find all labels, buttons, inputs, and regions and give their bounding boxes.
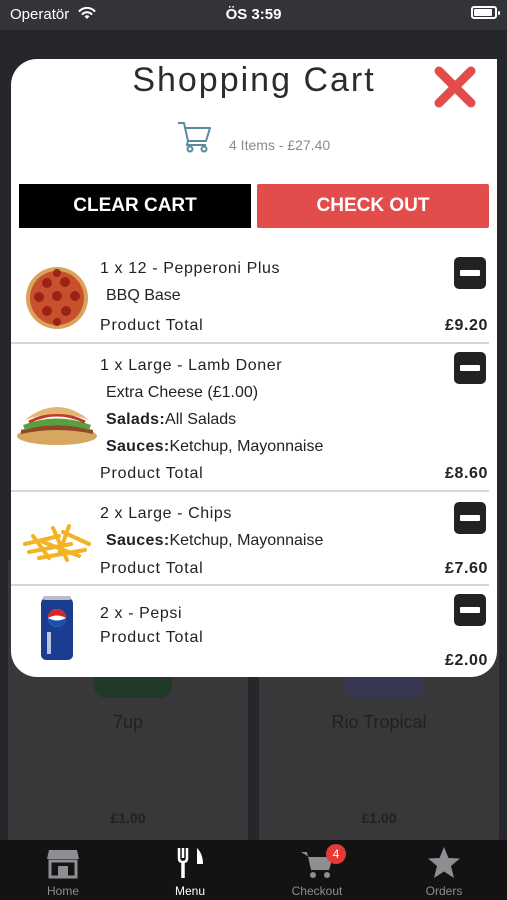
item-title: 1 x Large - Lamb Doner: [100, 357, 283, 374]
item-price: £2.00: [444, 652, 488, 669]
star-icon: [428, 847, 460, 878]
item-price: £7.60: [444, 560, 488, 577]
item-title: 1 x 12 - Pepperoni Plus: [100, 260, 281, 277]
shopping-cart-modal: Shopping Cart 4 Items - £27.40 CLEAR CAR…: [11, 59, 497, 677]
clock: ÖS 3:59: [225, 6, 282, 23]
item-option: Extra Cheese (£1.00): [106, 384, 259, 401]
cart-icon: [178, 122, 211, 153]
clear-cart-button[interactable]: CLEAR CART: [19, 184, 251, 228]
remove-item-button[interactable]: [454, 502, 486, 534]
modal-title: Shopping Cart: [132, 61, 376, 99]
close-x-icon[interactable]: [431, 63, 479, 111]
item-title: 2 x Large - Chips: [100, 505, 233, 522]
checkout-badge: 4: [326, 844, 346, 864]
fork-knife-icon: [177, 848, 203, 878]
cart-item: 1 x Large - Lamb Doner Extra Cheese (£1.…: [11, 344, 497, 492]
product-total-label: Product Total: [100, 560, 204, 577]
pepperoni-pizza-image: [26, 267, 88, 329]
item-option: Salads:All Salads: [106, 411, 237, 428]
tab-checkout[interactable]: 4 Checkout: [254, 840, 380, 900]
tab-label: Menu: [174, 884, 206, 898]
cart-item: 2 x - Pepsi Product Total £2.00: [11, 586, 497, 677]
tab-label: Orders: [425, 884, 463, 898]
item-option: Sauces:Ketchup, Mayonnaise: [106, 438, 324, 455]
tab-orders[interactable]: Orders: [381, 840, 507, 900]
item-price: £8.60: [444, 465, 488, 482]
battery-icon: [471, 6, 500, 19]
tab-label: Checkout: [291, 884, 343, 898]
cart-item: 2 x Large - Chips Sauces:Ketchup, Mayonn…: [11, 492, 497, 586]
remove-item-button[interactable]: [454, 352, 486, 384]
product-total-label: Product Total: [100, 465, 204, 482]
pepsi-can-image: [41, 596, 73, 660]
item-title: 2 x - Pepsi: [100, 605, 183, 622]
status-bar: Operatör ÖS 3:59: [0, 0, 507, 30]
cart-summary-text: 4 Items - £27.40: [229, 137, 331, 153]
tab-home[interactable]: Home: [0, 840, 126, 900]
product-total-label: Product Total: [100, 317, 204, 334]
item-option: BBQ Base: [106, 287, 181, 304]
check-out-button[interactable]: CHECK OUT: [257, 184, 489, 228]
product-total-label: Product Total: [100, 629, 204, 646]
tab-bar: Home Menu 4 Checkout Orders: [0, 840, 507, 900]
item-price: £9.20: [444, 317, 488, 334]
cart-summary: 4 Items - £27.40: [176, 119, 376, 155]
item-option: Sauces:Ketchup, Mayonnaise: [106, 532, 324, 549]
tab-menu[interactable]: Menu: [127, 840, 253, 900]
remove-item-button[interactable]: [454, 257, 486, 289]
tab-label: Home: [46, 884, 79, 898]
store-icon: [47, 850, 79, 879]
remove-item-button[interactable]: [454, 594, 486, 626]
chips-image: [23, 524, 91, 562]
cart-item: 1 x 12 - Pepperoni Plus BBQ Base Product…: [11, 247, 497, 344]
doner-kebab-image: [17, 407, 97, 445]
